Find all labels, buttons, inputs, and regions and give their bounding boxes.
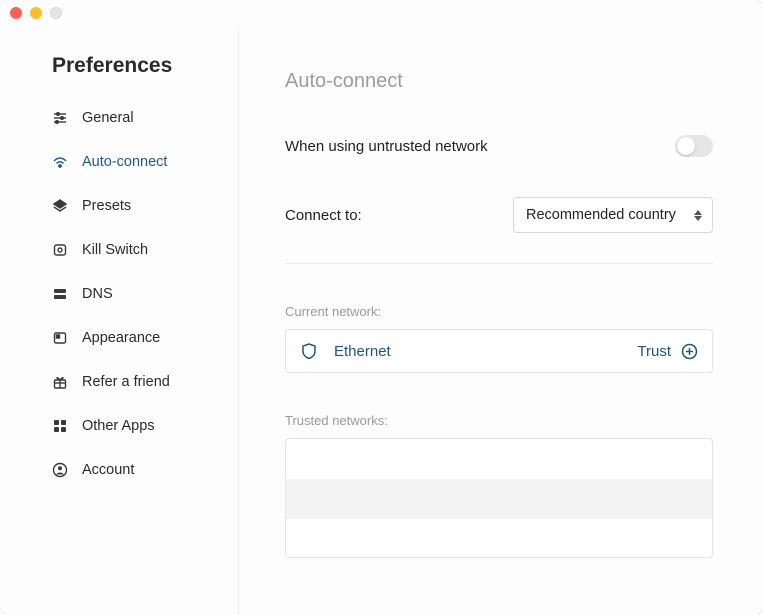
sidebar-item-appearance[interactable]: Appearance [0,316,238,360]
trusted-row-empty [286,479,712,519]
sliders-icon [52,110,68,126]
account-icon [52,462,68,478]
trusted-row-empty [286,439,712,479]
server-icon [52,286,68,302]
sidebar-item-label: Auto-connect [82,154,167,170]
current-network-box: Ethernet Trust [285,329,713,373]
add-circle-icon [681,343,698,360]
main-panel: Auto-connect When using untrusted networ… [238,26,763,615]
trusted-row-empty [286,519,712,559]
trust-network-button[interactable]: Trust [637,343,698,360]
sidebar-item-refer-friend[interactable]: Refer a friend [0,360,238,404]
sidebar-item-kill-switch[interactable]: Kill Switch [0,228,238,272]
page-title: Auto-connect [285,70,713,93]
zoom-window-icon[interactable] [50,7,62,19]
apps-grid-icon [52,418,68,434]
untrusted-network-toggle[interactable] [675,135,713,157]
kill-switch-icon [52,242,68,258]
appearance-icon [52,330,68,346]
current-network-name: Ethernet [334,343,391,360]
connect-to-label: Connect to: [285,207,362,224]
current-network-label: Current network: [285,304,713,319]
connect-to-value: Recommended country [526,207,676,223]
untrusted-network-label: When using untrusted network [285,138,488,155]
sidebar-item-label: Other Apps [82,418,155,434]
trusted-networks-label: Trusted networks: [285,413,713,428]
connect-to-row: Connect to: Recommended country [285,197,713,264]
minimize-window-icon[interactable] [30,7,42,19]
select-arrows-icon [694,210,702,221]
sidebar-nav: General Auto-connect Presets Kill Switch [0,96,238,492]
sidebar-item-dns[interactable]: DNS [0,272,238,316]
sidebar-title: Preferences [0,54,238,96]
sidebar-item-label: Appearance [82,330,160,346]
sidebar: Preferences General Auto-connect Presets [0,26,238,615]
sidebar-item-general[interactable]: General [0,96,238,140]
sidebar-item-label: Presets [82,198,131,214]
sidebar-item-presets[interactable]: Presets [0,184,238,228]
wifi-auto-icon [52,154,68,170]
layers-icon [52,198,68,214]
sidebar-item-other-apps[interactable]: Other Apps [0,404,238,448]
sidebar-item-label: Refer a friend [82,374,170,390]
sidebar-item-label: Kill Switch [82,242,148,258]
gift-icon [52,374,68,390]
close-window-icon[interactable] [10,7,22,19]
sidebar-item-label: General [82,110,134,126]
untrusted-network-row: When using untrusted network [285,135,713,157]
sidebar-item-label: DNS [82,286,113,302]
sidebar-item-account[interactable]: Account [0,448,238,492]
titlebar [0,0,763,26]
trust-action-label: Trust [637,343,671,360]
sidebar-item-label: Account [82,462,134,478]
trusted-networks-list[interactable] [285,438,713,558]
connect-to-select[interactable]: Recommended country [513,197,713,233]
sidebar-item-auto-connect[interactable]: Auto-connect [0,140,238,184]
ethernet-shield-icon [300,342,318,360]
